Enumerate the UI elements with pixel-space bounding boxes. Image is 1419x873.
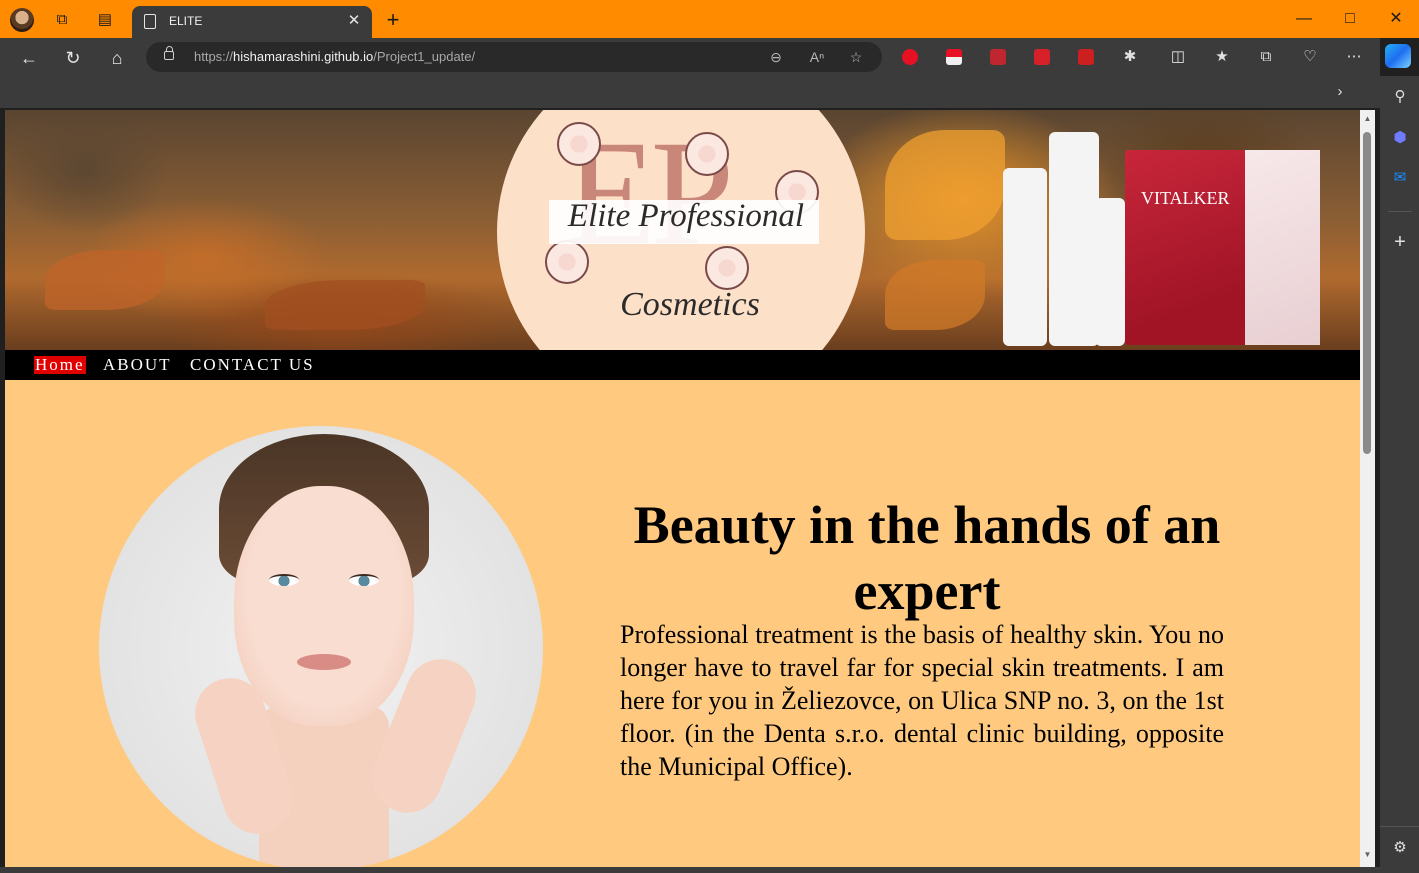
new-tab-icon[interactable]: + — [382, 9, 404, 31]
collections-icon[interactable]: ⧉ — [1256, 47, 1276, 67]
header-banner: EP Elite Professional Cosmetics VITALKER — [5, 110, 1360, 350]
sidebar-divider — [1388, 211, 1412, 212]
maximize-icon[interactable]: □ — [1338, 8, 1362, 30]
more-icon[interactable]: ⋯ — [1344, 47, 1364, 67]
profile-avatar[interactable] — [10, 8, 34, 32]
product-spray-bottle — [1049, 132, 1099, 346]
autumn-leaf — [45, 250, 165, 310]
nav-home[interactable]: Home — [34, 356, 86, 374]
settings-icon[interactable]: ⚙ — [1389, 837, 1411, 859]
hero-photo — [99, 426, 543, 867]
favorites-bar: › — [0, 76, 1380, 108]
copilot-sidebar-icon[interactable]: ⬢ — [1389, 127, 1411, 149]
zoom-out-icon[interactable]: ⊖ — [766, 47, 786, 67]
product-bottle — [1003, 168, 1047, 346]
title-bar: ⧉ ▤ ELITE ✕ + — □ ✕ — [0, 0, 1419, 38]
page-viewport: EP Elite Professional Cosmetics VITALKER… — [5, 110, 1360, 867]
extensions-icon[interactable]: ✱ — [1120, 47, 1140, 67]
close-icon[interactable]: ✕ — [344, 11, 364, 31]
model-face — [234, 486, 414, 726]
refresh-icon[interactable]: ↻ — [61, 46, 85, 70]
autumn-leaf — [265, 280, 425, 330]
nav-contact-us[interactable]: CONTACT US — [189, 356, 316, 374]
flower-ornament — [545, 240, 589, 284]
autumn-leaf — [885, 260, 985, 330]
extension-media-icon[interactable] — [1034, 49, 1050, 65]
copilot-icon[interactable] — [1385, 44, 1411, 68]
model-eye — [349, 574, 379, 586]
hero-description: Professional treatment is the basis of h… — [620, 620, 1224, 781]
edge-sidebar: ⚲ ⬢ ✉ + ⚙ — [1380, 76, 1419, 873]
hero-title: Beauty in the hands of an expert — [633, 495, 1221, 621]
tab-actions-icon[interactable]: ▤ — [95, 10, 115, 30]
workspaces-icon[interactable]: ⧉ — [52, 10, 72, 30]
home-icon[interactable]: ⌂ — [105, 46, 129, 70]
split-screen-icon[interactable]: ◫ — [1168, 47, 1188, 67]
url-text[interactable]: https://hishamarashini.github.io/Project… — [194, 49, 475, 64]
outlook-icon[interactable]: ✉ — [1389, 167, 1411, 189]
window-bottom-edge — [0, 867, 1380, 873]
extension-pdf-icon[interactable] — [1078, 49, 1094, 65]
flower-ornament — [685, 132, 729, 176]
model-eye — [269, 574, 299, 586]
product-box-side — [1245, 150, 1320, 345]
tab-title: ELITE — [169, 14, 203, 28]
read-aloud-icon[interactable]: Aⁿ — [807, 47, 827, 67]
extension-chart-icon[interactable] — [990, 49, 1006, 65]
product-box-label: VITALKER — [1141, 188, 1230, 208]
nav-about[interactable]: ABOUT — [102, 356, 173, 374]
logo-subtitle: Cosmetics — [620, 286, 760, 323]
lock-icon[interactable] — [164, 46, 174, 60]
search-icon[interactable]: ⚲ — [1389, 86, 1411, 108]
site-navbar: Home ABOUT CONTACT US — [5, 350, 1360, 380]
model-lips — [297, 654, 351, 670]
product-ampoule — [1095, 198, 1125, 346]
flower-ornament — [705, 246, 749, 290]
scroll-down-arrow-icon[interactable]: ▼ — [1363, 850, 1372, 859]
tab-elite[interactable]: ELITE ✕ — [132, 6, 372, 38]
flower-ornament — [557, 122, 601, 166]
sidebar-divider — [1380, 826, 1419, 827]
extension-stack-icon[interactable] — [946, 49, 962, 65]
address-bar[interactable]: https://hishamarashini.github.io/Project… — [146, 42, 882, 72]
extension-red-icon[interactable] — [902, 49, 918, 65]
logo-name: Elite Professional — [567, 198, 805, 234]
window-close-icon[interactable]: ✕ — [1384, 8, 1408, 30]
chevron-right-icon[interactable]: › — [1330, 82, 1350, 102]
minimize-icon[interactable]: — — [1292, 8, 1316, 30]
browser-toolbar: ← ↻ ⌂ https://hishamarashini.github.io/P… — [0, 38, 1380, 76]
page-icon — [144, 14, 156, 29]
page-scrollbar[interactable]: ▲ ▼ — [1360, 110, 1375, 867]
favorite-star-icon[interactable]: ☆ — [846, 47, 866, 67]
autumn-leaf — [885, 130, 1005, 240]
scroll-up-arrow-icon[interactable]: ▲ — [1363, 114, 1372, 123]
add-icon[interactable]: + — [1389, 231, 1411, 253]
scrollbar-thumb[interactable] — [1363, 132, 1371, 454]
browser-essentials-icon[interactable]: ♡ — [1300, 47, 1320, 67]
favorites-icon[interactable]: ★ — [1212, 47, 1232, 67]
back-icon[interactable]: ← — [17, 46, 41, 70]
